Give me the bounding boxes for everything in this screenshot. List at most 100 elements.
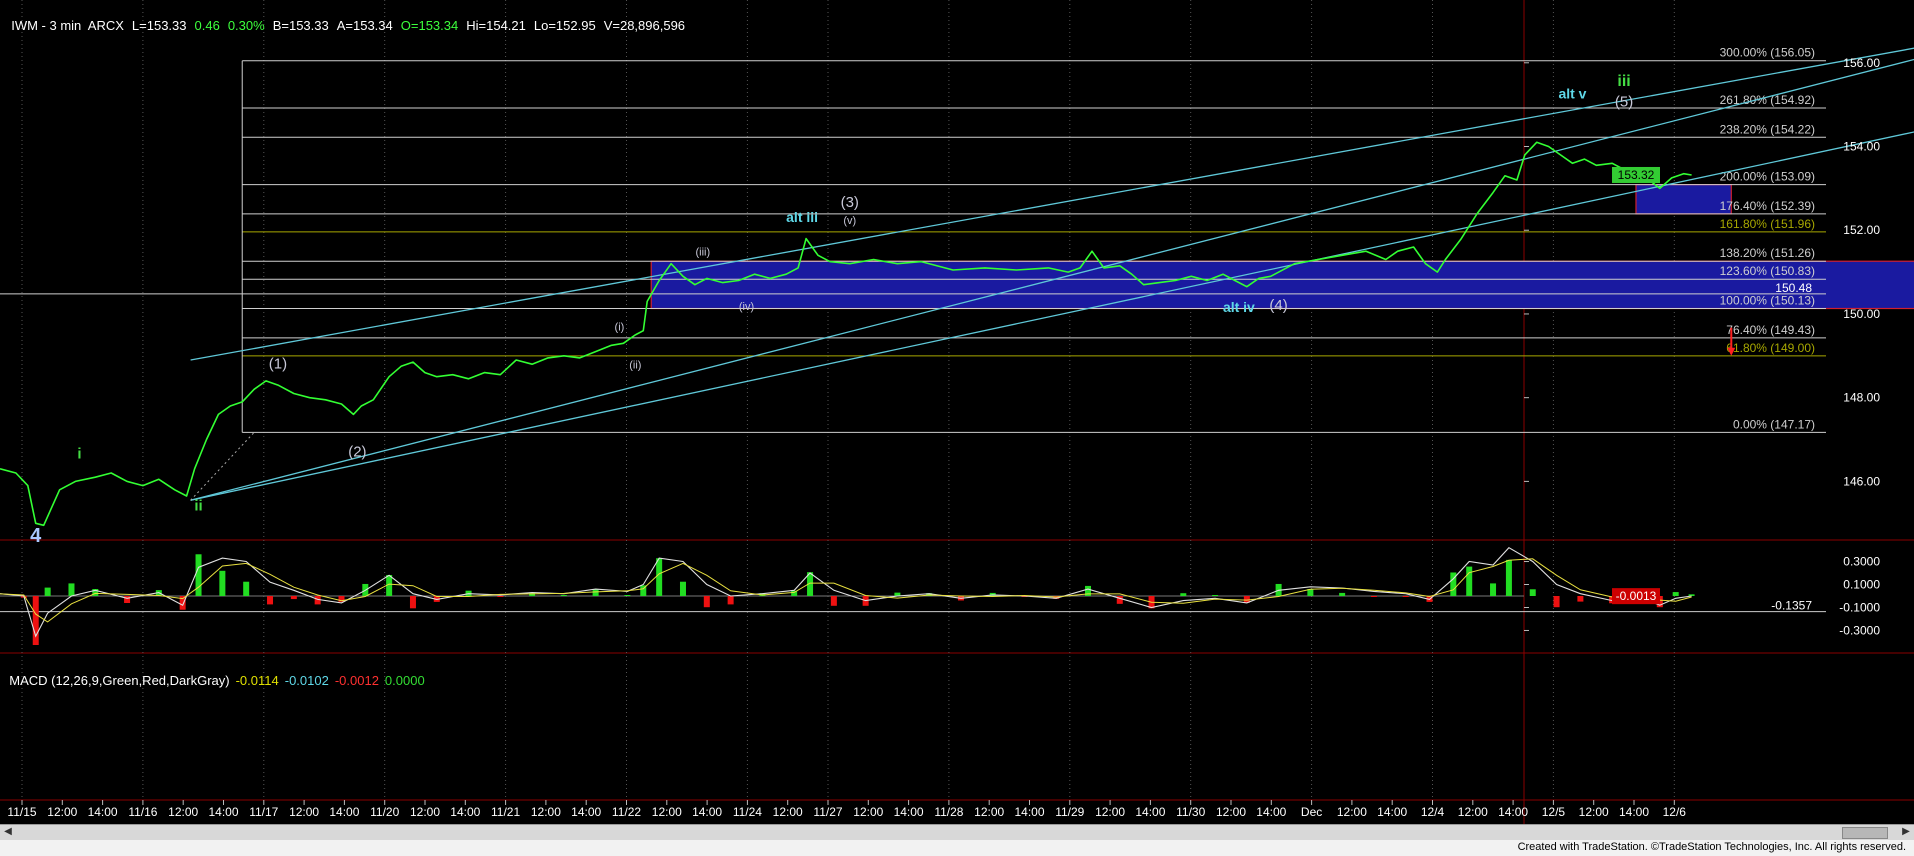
fib-level-label: 123.60% (150.83) [1720, 264, 1815, 278]
wave-label: (3) [841, 194, 859, 211]
y-tick-label: 154.00 [1843, 140, 1880, 154]
x-tick-label: 12:00 [1095, 805, 1125, 819]
macd-histogram-bar [592, 589, 599, 596]
macd-value-4: 0.0000 [384, 673, 425, 688]
horizontal-scrollbar[interactable]: ◀ ▶ [0, 824, 1914, 840]
price-chart[interactable]: 11/15 12:00 14:00 11/16 12:00 14:00 11/17 12:00… [0, 0, 1914, 824]
wave-label: alt iv [1223, 299, 1255, 315]
scroll-right-icon[interactable]: ▶ [1899, 826, 1913, 838]
x-tick-label: 11/21 [491, 805, 520, 819]
macd-histogram-bar [679, 581, 686, 596]
fib-level-label: 300.00% (156.05) [1720, 46, 1815, 60]
ask-label: A=153.34 [336, 18, 393, 33]
fib-level-label: 76.40% (149.43) [1726, 323, 1815, 337]
macd-histogram-bar [44, 587, 51, 596]
level-label: 150.48 [1775, 281, 1812, 295]
macd-ref-label: -0.1357 [1771, 599, 1812, 613]
x-tick-label: 12/5 [1542, 805, 1566, 819]
scroll-thumb[interactable] [1842, 827, 1888, 839]
symbol-label: IWM - 3 min ARCX [11, 18, 124, 33]
macd-histogram-bar [1466, 566, 1473, 596]
macd-histogram-bar [219, 570, 226, 596]
x-tick-label: 14:00 [1014, 805, 1044, 819]
change-pct-label: 0.30% [227, 18, 265, 33]
macd-histogram-bar [1553, 596, 1560, 608]
fib-level-label: 100.00% (150.13) [1720, 294, 1815, 308]
x-tick-label: 11/20 [370, 805, 399, 819]
wave-label: alt iii [786, 209, 818, 225]
y-tick-label: 148.00 [1843, 391, 1880, 405]
y-tick-label: 152.00 [1843, 223, 1880, 237]
chart-background [0, 0, 1914, 824]
macd-label: MACD (12,26,9,Green,Red,DarkGray) [9, 673, 230, 688]
macd-histogram-bar [560, 595, 567, 596]
wave-label: (1) [269, 355, 287, 372]
x-tick-label: 14:00 [450, 805, 480, 819]
macd-histogram-bar [497, 596, 504, 597]
macd-histogram-bar [1688, 594, 1695, 596]
macd-histogram-bar [727, 596, 734, 605]
x-tick-label: 12:00 [410, 805, 440, 819]
change-label: 0.46 [194, 18, 220, 33]
macd-histogram-bar [290, 596, 297, 600]
x-tick-label: 12:00 [853, 805, 883, 819]
x-tick-label: 12:00 [974, 805, 1004, 819]
macd-histogram-bar [1180, 593, 1187, 596]
fib-level-label: 61.80% (149.00) [1726, 341, 1815, 355]
quote-header: IWM - 3 min ARCX L=153.33 0.46 0.30% B=153.3… [4, 3, 693, 33]
wave-label: iii [1617, 73, 1630, 90]
macd-histogram-bar [1490, 583, 1497, 596]
x-tick-label: 14:00 [1135, 805, 1165, 819]
open-label: O=153.34 [400, 18, 459, 33]
x-tick-label: 12:00 [1216, 805, 1246, 819]
x-tick-label: 11/27 [813, 805, 842, 819]
macd-y-tick-label: -0.1000 [1839, 600, 1880, 614]
macd-histogram-bar [624, 595, 631, 596]
x-tick-label: 14:00 [1619, 805, 1649, 819]
macd-histogram-bar [1212, 595, 1219, 596]
scroll-left-icon[interactable]: ◀ [1, 826, 15, 838]
macd-histogram-bar [1672, 592, 1679, 596]
macd-histogram-bar [1577, 596, 1584, 602]
x-tick-label: Dec [1301, 805, 1322, 819]
x-tick-label: 11/29 [1055, 805, 1084, 819]
x-tick-label: 14:00 [1377, 805, 1407, 819]
x-tick-label: 12:00 [1579, 805, 1609, 819]
x-tick-label: 12:00 [289, 805, 319, 819]
x-tick-label: 11/28 [934, 805, 963, 819]
bid-label: B=153.33 [272, 18, 329, 33]
x-tick-label: 14:00 [208, 805, 238, 819]
x-tick-label: 14:00 [894, 805, 924, 819]
fib-level-label: 238.20% (154.22) [1720, 122, 1815, 136]
macd-histogram-bar [1505, 559, 1512, 596]
x-tick-label: 12:00 [773, 805, 803, 819]
macd-value-3: -0.0012 [334, 673, 379, 688]
macd-y-tick-label: 0.3000 [1843, 555, 1880, 569]
macd-histogram-bar [409, 596, 416, 609]
x-tick-label: 14:00 [571, 805, 601, 819]
macd-histogram-bar [243, 581, 250, 596]
wave-label: 4 [30, 525, 42, 547]
x-tick-label: 14:00 [1498, 805, 1528, 819]
x-tick-label: 11/24 [733, 805, 762, 819]
x-tick-label: 12/6 [1663, 805, 1687, 819]
x-tick-label: 11/30 [1176, 805, 1205, 819]
x-tick-label: 12:00 [47, 805, 77, 819]
macd-last-text: -0.0013 [1616, 589, 1657, 603]
fib-level-label: 0.00% (147.17) [1733, 417, 1815, 431]
x-tick-label: 11/22 [612, 805, 641, 819]
macd-y-tick-label: 0.1000 [1843, 578, 1880, 592]
high-label: Hi=154.21 [466, 18, 526, 33]
x-tick-label: 12:00 [1337, 805, 1367, 819]
wave-label: alt v [1558, 85, 1586, 101]
macd-y-tick-label: -0.3000 [1839, 623, 1880, 637]
wave-label: (iv) [739, 301, 754, 313]
macd-histogram-bar [195, 554, 202, 596]
fib-level-label: 161.80% (151.96) [1720, 217, 1815, 231]
low-label: Lo=152.95 [533, 18, 596, 33]
y-tick-label: 156.00 [1843, 56, 1880, 70]
wave-label: (5) [1615, 94, 1633, 111]
volume-label: V=28,896,596 [603, 18, 686, 33]
macd-histogram-bar [656, 558, 663, 596]
fib-level-label: 200.00% (153.09) [1720, 170, 1815, 184]
